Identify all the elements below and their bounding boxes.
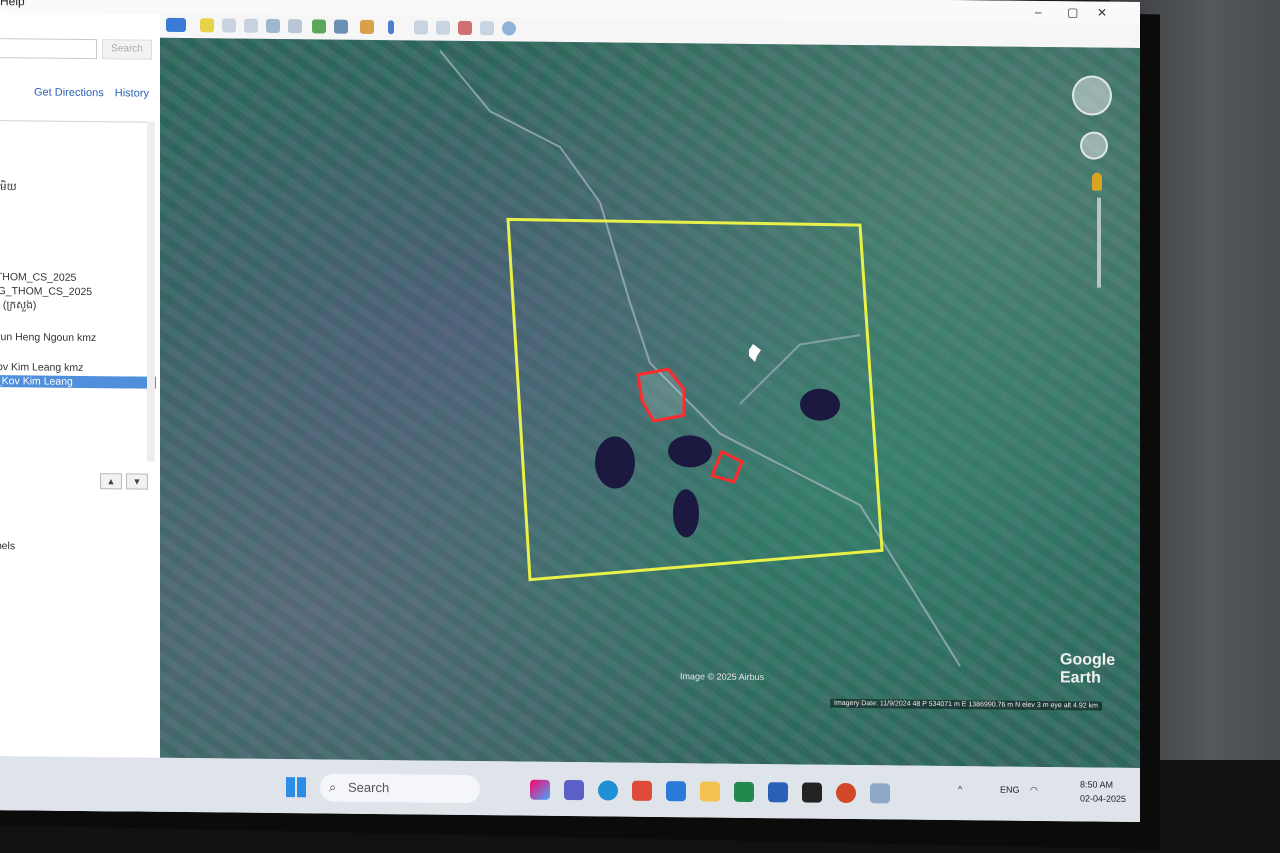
layers-list: e ts abels (0, 512, 15, 554)
clock-time[interactable]: 8:50 AM (1080, 779, 1113, 789)
move-down-icon[interactable]: ▼ (126, 473, 148, 490)
reservoir (668, 435, 712, 468)
close-icon[interactable]: ✕ (1097, 6, 1107, 20)
clock-date[interactable]: 02-04-2025 (1080, 793, 1126, 803)
layer-item[interactable]: e (0, 512, 15, 524)
image-attribution: Image © 2025 Airbus (680, 671, 765, 683)
historical-imagery-icon[interactable] (312, 19, 326, 34)
maximize-icon[interactable]: ▢ (1067, 5, 1078, 19)
windows-start-icon[interactable] (286, 777, 306, 798)
layer-item[interactable]: ts (0, 526, 15, 538)
language-indicator[interactable]: ENG (1000, 785, 1020, 795)
planets-icon[interactable] (360, 19, 374, 35)
compass-icon[interactable] (1072, 75, 1112, 116)
screen: Help – ▢ ✕ Search Get Directions History… (0, 0, 1140, 823)
earth-icon[interactable] (502, 21, 516, 36)
minimize-icon[interactable]: – (1035, 5, 1042, 19)
reservoir (800, 388, 840, 421)
map-view[interactable]: Google Earth Image © 2025 Airbus Imagery… (160, 37, 1140, 769)
file-explorer-icon[interactable] (700, 781, 720, 802)
print-icon[interactable] (436, 20, 450, 35)
zoom-slider[interactable] (1097, 197, 1101, 288)
map-overlays (439, 50, 961, 667)
sun-icon[interactable] (334, 19, 348, 34)
tour-icon[interactable] (288, 19, 302, 34)
places-item[interactable]: e_Kov Kim Leang (0, 375, 156, 389)
tray-chevron-icon[interactable]: ^ (958, 784, 962, 794)
view-in-maps-icon[interactable] (480, 21, 494, 36)
taskbar-search[interactable]: ⌕ Search (320, 773, 480, 804)
places-item[interactable]: ល (ក្រសួង) (0, 299, 36, 314)
sidebar-toggle-icon[interactable] (166, 17, 186, 33)
teams-icon[interactable] (564, 780, 584, 801)
powerpoint-icon[interactable] (836, 782, 856, 804)
search-links: Get Directions History (34, 86, 157, 99)
search-button[interactable]: Search (102, 39, 152, 60)
road-branch (739, 334, 861, 405)
polygon-icon[interactable] (222, 18, 236, 33)
places-item[interactable]: Kov Kim Leang kmz (0, 361, 83, 374)
overlay-icon[interactable] (266, 18, 280, 34)
monitor-bezel: Help – ▢ ✕ Search Get Directions History… (0, 0, 1160, 850)
places-item[interactable]: Srun Heng Ngoun kmz (0, 331, 96, 344)
reservoir (673, 489, 699, 538)
edge-icon[interactable] (598, 780, 618, 801)
site-polygon[interactable] (709, 449, 744, 484)
store-icon[interactable] (632, 780, 652, 801)
places-item[interactable]: _THOM_CS_2025 (0, 271, 76, 284)
history-link[interactable]: History (115, 87, 149, 99)
places-list: ម្ចូខេមិយងមង_THOM_CS_2025NG_THOM_CS_2025… (0, 120, 156, 468)
placemark-icon[interactable] (200, 18, 214, 33)
save-image-icon[interactable] (458, 20, 472, 36)
copilot-icon[interactable] (530, 779, 550, 800)
places-scrollbar[interactable] (147, 121, 155, 462)
search-icon: ⌕ (329, 779, 337, 795)
ruler-icon[interactable] (388, 20, 394, 35)
search-panel: Search (0, 38, 155, 62)
street-view-pegman-icon[interactable] (1092, 172, 1102, 191)
taskbar-search-label: Search (348, 779, 390, 796)
sidebar: Search Get Directions History ម្ចូខេមិយង… (0, 12, 161, 814)
path-icon[interactable] (244, 18, 258, 33)
word-icon[interactable] (768, 782, 788, 803)
wifi-icon[interactable]: ◠ (1030, 785, 1038, 796)
outlook-icon[interactable] (666, 781, 686, 802)
places-order-buttons: ▲ ▼ (100, 471, 152, 490)
hand-cursor-icon (749, 343, 761, 363)
email-icon[interactable] (414, 20, 428, 35)
layer-item[interactable]: abels (0, 540, 15, 552)
google-earth-taskbar-icon[interactable] (870, 783, 890, 804)
get-directions-link[interactable]: Get Directions (34, 86, 104, 99)
taskbar: ⌕ Search ^ ENG ◠ 8:50 AM 02-04-2025 (0, 756, 1140, 823)
search-input[interactable] (0, 38, 97, 60)
menu-help[interactable]: Help (0, 0, 25, 8)
excel-icon[interactable] (734, 781, 754, 803)
reservoir (595, 436, 635, 489)
places-item[interactable]: ខេមិយ (0, 181, 17, 196)
places-item[interactable]: NG_THOM_CS_2025 (0, 285, 92, 298)
brand-logo: Google Earth (1060, 651, 1116, 687)
road (439, 50, 961, 667)
dropbox-icon[interactable] (802, 782, 822, 803)
site-polygon[interactable] (636, 367, 686, 423)
look-joystick-icon[interactable] (1080, 131, 1108, 160)
move-up-icon[interactable]: ▲ (100, 473, 122, 490)
